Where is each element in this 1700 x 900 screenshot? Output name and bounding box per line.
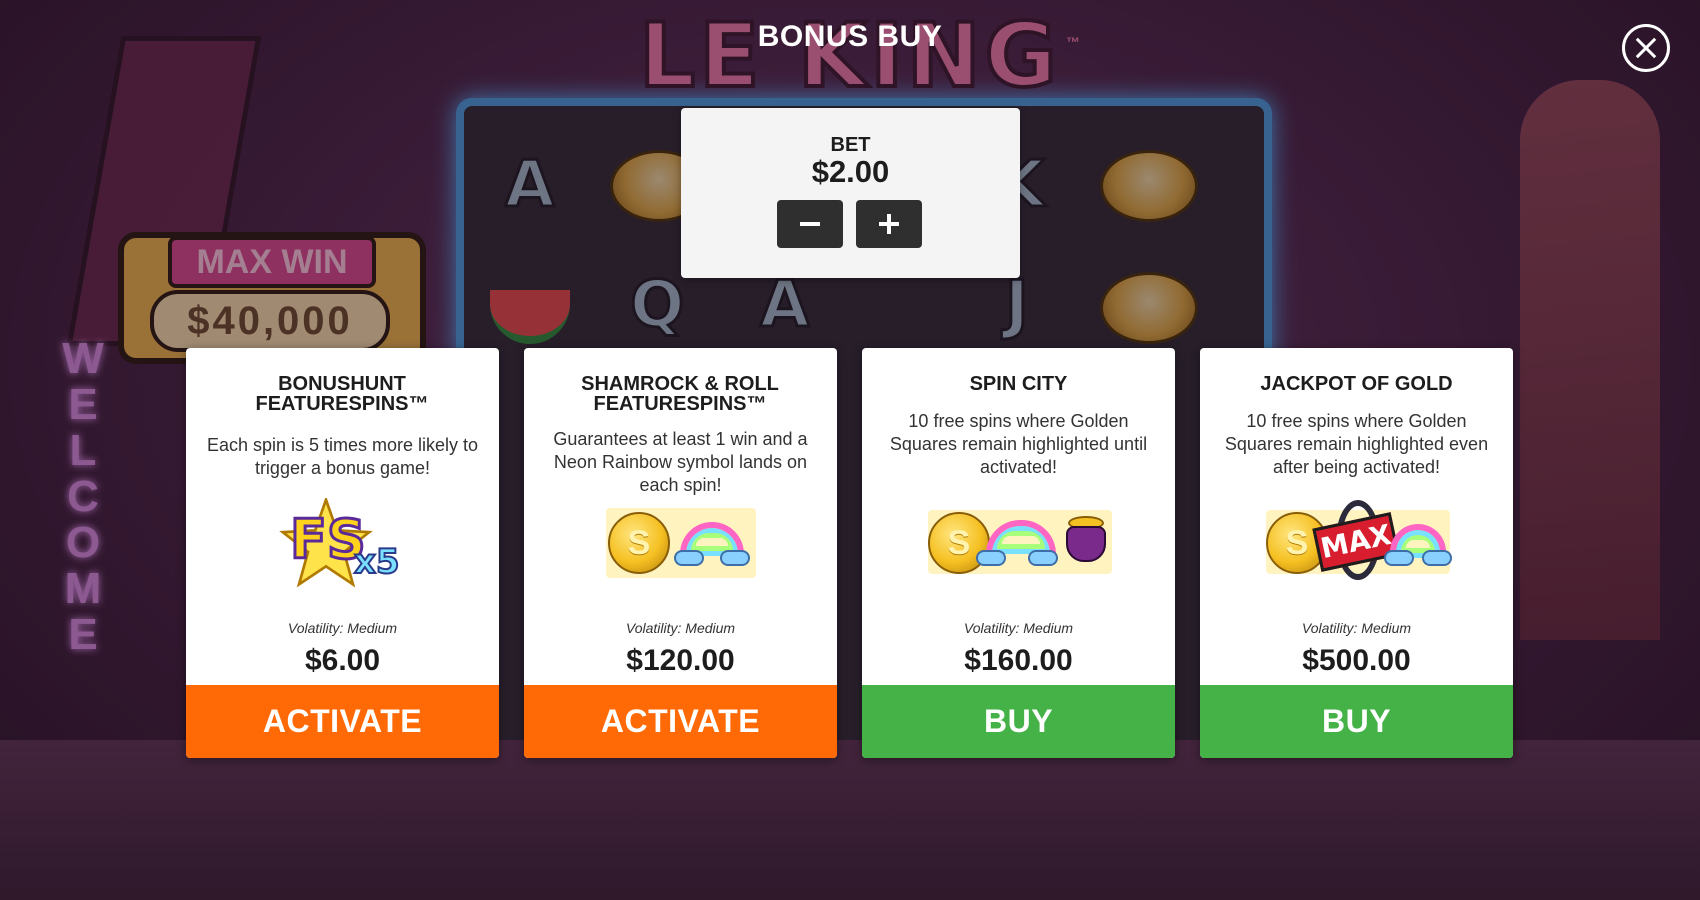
card-volatility: Volatility: Medium — [1301, 620, 1412, 636]
buy-button[interactable]: BUY — [1200, 685, 1513, 758]
card-description: 10 free spins where Golden Squares remai… — [1224, 411, 1489, 477]
card-price: $120.00 — [626, 644, 735, 677]
card-price: $6.00 — [304, 644, 381, 677]
cloud-icon — [976, 550, 1006, 566]
card-description: Guarantees at least 1 win and a Neon Rai… — [553, 429, 808, 495]
cloud-icon — [1422, 550, 1452, 566]
cloud-icon — [1028, 550, 1058, 566]
cloud-icon — [720, 550, 750, 566]
bet-panel: BET $2.00 — [681, 108, 1020, 278]
card-description: 10 free spins where Golden Squares remai… — [889, 411, 1148, 477]
card-price: $500.00 — [1302, 644, 1411, 677]
minus-icon — [800, 222, 820, 226]
coin-rainbow-art: S — [524, 494, 837, 590]
card-title: JACKPOT OF GOLD — [1260, 373, 1453, 395]
bonus-card-jackpot-of-gold: JACKPOT OF GOLD 10 free spins where Gold… — [1200, 348, 1513, 758]
card-volatility: Volatility: Medium — [625, 620, 736, 636]
bonus-card-spin-city: SPIN CITY 10 free spins where Golden Squ… — [862, 348, 1175, 758]
coin-max-rainbow-art: S MAX — [1200, 494, 1513, 590]
card-volatility: Volatility: Medium — [963, 620, 1074, 636]
card-title: SHAMROCK & ROLL FEATURESPINS™ — [581, 373, 779, 415]
cloud-icon — [674, 550, 704, 566]
cloud-icon — [1384, 550, 1414, 566]
pot-of-gold-icon — [1066, 526, 1106, 562]
gold-coin-icon: S — [608, 512, 670, 574]
card-price: $160.00 — [964, 644, 1073, 677]
coin-rainbow-pot-art: S — [862, 494, 1175, 590]
increase-bet-button[interactable] — [856, 200, 922, 248]
buy-button[interactable]: BUY — [862, 685, 1175, 758]
bet-value: $2.00 — [811, 154, 890, 189]
card-description: Each spin is 5 times more likely to trig… — [206, 435, 479, 478]
x5-art-label: x5 — [353, 541, 401, 583]
close-button[interactable] — [1622, 24, 1670, 72]
activate-button[interactable]: ACTIVATE — [524, 685, 837, 758]
bonus-card-shamrock-and-roll: SHAMROCK & ROLL FEATURESPINS™ Guarantees… — [524, 348, 837, 758]
featurespins-x5-art: FS x5 — [186, 494, 499, 590]
activate-button[interactable]: ACTIVATE — [186, 685, 499, 758]
card-volatility: Volatility: Medium — [287, 620, 398, 636]
decrease-bet-button[interactable] — [777, 200, 843, 248]
card-title: BONUSHUNT FEATURESPINS™ — [255, 373, 429, 415]
page-title: BONUS BUY — [757, 20, 943, 53]
card-title: SPIN CITY — [969, 373, 1068, 395]
bonus-card-bonushunt: BONUSHUNT FEATURESPINS™ Each spin is 5 t… — [186, 348, 499, 758]
